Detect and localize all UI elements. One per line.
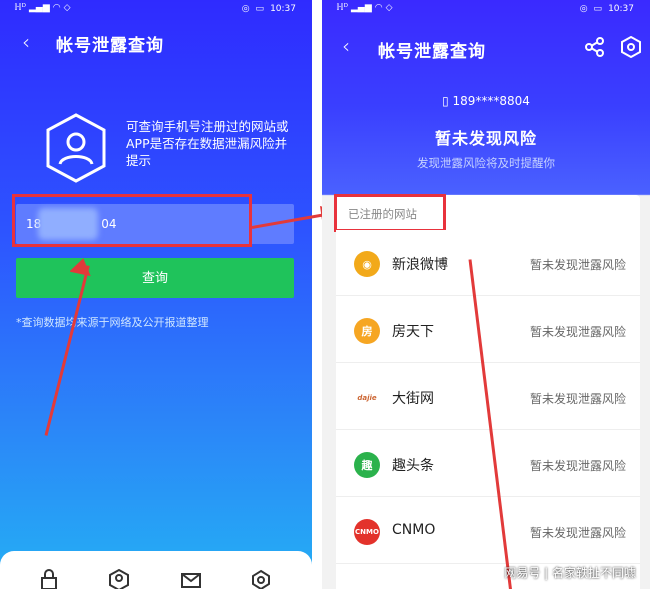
settings-icon[interactable] bbox=[620, 36, 642, 58]
site-status: 暂未发现泄露风险 bbox=[529, 459, 626, 473]
user-shield-nav-icon[interactable] bbox=[108, 569, 130, 589]
lock-icon[interactable] bbox=[38, 569, 60, 589]
status-right: ◎ ▭ 10:37 bbox=[242, 3, 296, 15]
arrowhead-up bbox=[70, 258, 91, 277]
status-right-2: ◎ ▭ 10:37 bbox=[580, 3, 634, 15]
shield-status-icon: ◇ bbox=[63, 3, 71, 13]
query-button[interactable]: 查询 bbox=[16, 258, 294, 298]
site-name: 房天下 bbox=[392, 324, 434, 340]
bottom-nav bbox=[0, 551, 312, 589]
site-row[interactable]: 趣趣头条 暂未发现泄露风险 bbox=[336, 431, 640, 497]
phone-icon: ▯ bbox=[442, 94, 453, 108]
watermark: 网易号 | 名家轶扯不同噱 bbox=[504, 566, 636, 580]
site-status: 暂未发现泄露风险 bbox=[529, 526, 626, 540]
phone-number-line: ▯ 189****8804 bbox=[322, 94, 650, 108]
settings-nav-icon[interactable] bbox=[250, 569, 272, 589]
share-icon[interactable] bbox=[584, 36, 606, 58]
highlight-box-input bbox=[12, 194, 252, 247]
site-row[interactable]: ◉ 新浪微博 暂未发现泄露风险 bbox=[336, 230, 640, 296]
site-status: 暂未发现泄露风险 bbox=[529, 392, 626, 406]
site-status: 暂未发现泄露风险 bbox=[529, 325, 626, 339]
signal-icon: ℍᴰ bbox=[14, 3, 27, 13]
signal-bars-icon: ▂▄▆ bbox=[351, 3, 372, 13]
back-button[interactable]: ‹ bbox=[16, 30, 36, 54]
left-phone-screen: ℍᴰ ▂▄▆ ◠ ◇ ◎ ▭ 10:37 ‹ 帐号泄露查询 可查询手机号注册过的… bbox=[0, 0, 312, 589]
signal-icons-right: ℍᴰ ▂▄▆ ◠ ◇ bbox=[336, 2, 393, 14]
mail-icon[interactable] bbox=[180, 569, 202, 589]
risk-subtitle: 发现泄露风险将及时提醒你 bbox=[417, 156, 555, 170]
battery-icon: ▭ bbox=[593, 4, 603, 14]
site-name: 大街网 bbox=[392, 391, 434, 407]
site-logo-icon: CNMO bbox=[354, 519, 380, 545]
description-text: 可查询手机号注册过的网站或APP是否存在数据泄漏风险并提示 bbox=[126, 119, 289, 168]
site-name: CNMO bbox=[392, 522, 436, 538]
back-button-right[interactable]: ‹ bbox=[336, 34, 356, 58]
right-phone-screen: ℍᴰ ▂▄▆ ◠ ◇ ◎ ▭ 10:37 ‹ 帐号泄露查询 ▯ 189****8… bbox=[322, 0, 650, 589]
signal-bars-icon: ▂▄▆ bbox=[29, 3, 50, 13]
site-logo-icon: 趣 bbox=[354, 452, 380, 478]
site-name: 趣头条 bbox=[392, 458, 434, 474]
alarm-icon: ◎ bbox=[579, 4, 588, 14]
status-bar-right: ℍᴰ ▂▄▆ ◠ ◇ ◎ ▭ 10:37 bbox=[322, 0, 650, 20]
page-title-right: 帐号泄露查询 bbox=[378, 42, 486, 62]
screenshot-root: ℍᴰ ▂▄▆ ◠ ◇ ◎ ▭ 10:37 ‹ 帐号泄露查询 可查询手机号注册过的… bbox=[0, 0, 650, 589]
signal-icon: ℍᴰ bbox=[336, 3, 349, 13]
status-bar: ℍᴰ ▂▄▆ ◠ ◇ ◎ ▭ 10:37 bbox=[0, 0, 312, 20]
user-shield-icon bbox=[46, 113, 106, 183]
disclaimer-note: *查询数据均来源于网络及公开报道整理 bbox=[16, 316, 209, 329]
status-time-right: 10:37 bbox=[608, 4, 634, 14]
page-title: 帐号泄露查询 bbox=[56, 36, 164, 56]
shield-status-icon: ◇ bbox=[385, 3, 393, 13]
alarm-icon: ◎ bbox=[241, 4, 250, 14]
site-status: 暂未发现泄露风险 bbox=[529, 258, 626, 272]
risk-title: 暂未发现风险 bbox=[434, 129, 537, 148]
wifi-icon: ◠ bbox=[52, 3, 61, 13]
battery-icon: ▭ bbox=[255, 4, 265, 14]
status-time: 10:37 bbox=[270, 4, 296, 14]
site-logo-icon: 房 bbox=[354, 318, 380, 344]
site-logo-icon: ◉ bbox=[354, 251, 380, 277]
site-row[interactable]: CNMO CNMO 暂未发现泄露风险 bbox=[336, 498, 640, 564]
site-row[interactable]: 房房天下 暂未发现泄露风险 bbox=[336, 297, 640, 363]
site-name: 新浪微博 bbox=[392, 257, 448, 273]
phone-number: 189****8804 bbox=[452, 94, 530, 108]
signal-icons: ℍᴰ ▂▄▆ ◠ ◇ bbox=[14, 2, 71, 14]
highlight-box-section bbox=[334, 194, 446, 232]
wifi-icon: ◠ bbox=[374, 3, 383, 13]
site-logo-icon: dajie bbox=[354, 385, 380, 411]
